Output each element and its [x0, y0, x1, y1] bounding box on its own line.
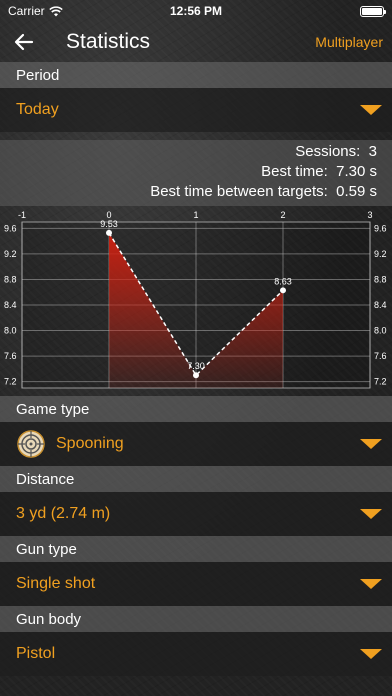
distance-select[interactable]: 3 yd (2.74 m): [0, 492, 392, 536]
dropdown-triangle-icon: [360, 439, 382, 449]
gun-type-select[interactable]: Single shot: [0, 562, 392, 606]
sessions-label: Sessions:: [295, 143, 361, 160]
data-label: 7.30: [187, 361, 205, 371]
target-icon: [17, 430, 45, 458]
data-point: [106, 229, 112, 236]
gun-type-header: Gun type: [0, 536, 392, 562]
period-select[interactable]: Today: [0, 88, 392, 132]
y-tick-label-left: 8.8: [4, 274, 17, 284]
dropdown-triangle-icon: [360, 579, 382, 589]
gun-type-value: Single shot: [16, 575, 96, 592]
game-type-value: Spooning: [56, 435, 124, 452]
x-tick-label: -1: [18, 210, 26, 220]
gun-body-header: Gun body: [0, 606, 392, 632]
stats-summary: Sessions: 3 Best time: 7.30 s Best time …: [0, 140, 392, 206]
game-type-section: Game type Spooning: [0, 396, 392, 466]
game-type-select[interactable]: Spooning: [0, 422, 392, 466]
multiplayer-button[interactable]: Multiplayer: [315, 34, 383, 50]
status-bar: Carrier 12:56 PM: [0, 0, 392, 22]
best-time-label: Best time:: [261, 163, 328, 180]
navigation-bar: Statistics Multiplayer: [0, 22, 392, 62]
y-tick-label-left: 9.6: [4, 223, 17, 233]
best-time-value: 7.30 s: [336, 163, 377, 180]
data-point: [193, 372, 199, 379]
distance-header: Distance: [0, 466, 392, 492]
gun-body-value: Pistol: [16, 645, 56, 662]
gun-type-section: Gun type Single shot: [0, 536, 392, 606]
distance-value: 3 yd (2.74 m): [16, 505, 111, 522]
data-point: [280, 287, 286, 294]
y-tick-label-left: 9.2: [4, 249, 17, 259]
y-tick-label-right: 8.0: [374, 326, 387, 336]
best-time-line: Best time: 7.30 s: [0, 162, 377, 182]
gun-body-select[interactable]: Pistol: [0, 632, 392, 676]
x-tick-label: 3: [367, 210, 372, 220]
back-arrow-icon: [14, 33, 34, 51]
best-between-label: Best time between targets:: [150, 183, 328, 200]
best-between-line: Best time between targets: 0.59 s: [0, 182, 377, 202]
battery-icon: [360, 6, 386, 17]
sessions-line: Sessions: 3: [0, 142, 377, 162]
y-tick-label-right: 9.2: [374, 249, 387, 259]
gun-body-section: Gun body Pistol: [0, 606, 392, 676]
period-header: Period: [0, 62, 392, 88]
page-title: Statistics: [66, 30, 151, 53]
y-tick-label-right: 9.6: [374, 223, 387, 233]
x-tick-label: 1: [193, 210, 198, 220]
dropdown-triangle-icon: [360, 105, 382, 115]
dropdown-triangle-icon: [360, 509, 382, 519]
data-label: 8.63: [274, 276, 292, 286]
y-tick-label-left: 8.4: [4, 300, 17, 310]
y-tick-label-left: 8.0: [4, 326, 17, 336]
chart-container: -1 0 1 2 3 9.6 9.6 9.2 9.2 8.8 8.8 8.4 8.4 8.0 8.0 7.6 7…: [0, 206, 392, 396]
best-between-value: 0.59 s: [336, 183, 377, 200]
y-tick-label-left: 7.6: [4, 351, 17, 361]
sessions-value: 3: [368, 143, 377, 160]
dropdown-triangle-icon: [360, 649, 382, 659]
time-chart: -1 0 1 2 39.6 9.69.2 9.28.8 8.88.4 8.48.0 8.07.6 7…: [4, 210, 387, 389]
y-tick-label-right: 8.8: [374, 274, 387, 284]
y-tick-label-right: 7.6: [374, 351, 387, 361]
y-tick-label-right: 8.4: [374, 300, 387, 310]
back-button[interactable]: [4, 22, 44, 62]
period-section: Period Today: [0, 62, 392, 132]
game-type-header: Game type: [0, 396, 392, 422]
y-tick-label-left: 7.2: [4, 377, 17, 387]
y-tick-label-right: 7.2: [374, 377, 387, 387]
period-value: Today: [16, 101, 59, 118]
distance-section: Distance 3 yd (2.74 m): [0, 466, 392, 536]
data-label: 9.53: [100, 219, 118, 229]
clock: 12:56 PM: [169, 4, 223, 18]
x-tick-label: 2: [280, 210, 285, 220]
